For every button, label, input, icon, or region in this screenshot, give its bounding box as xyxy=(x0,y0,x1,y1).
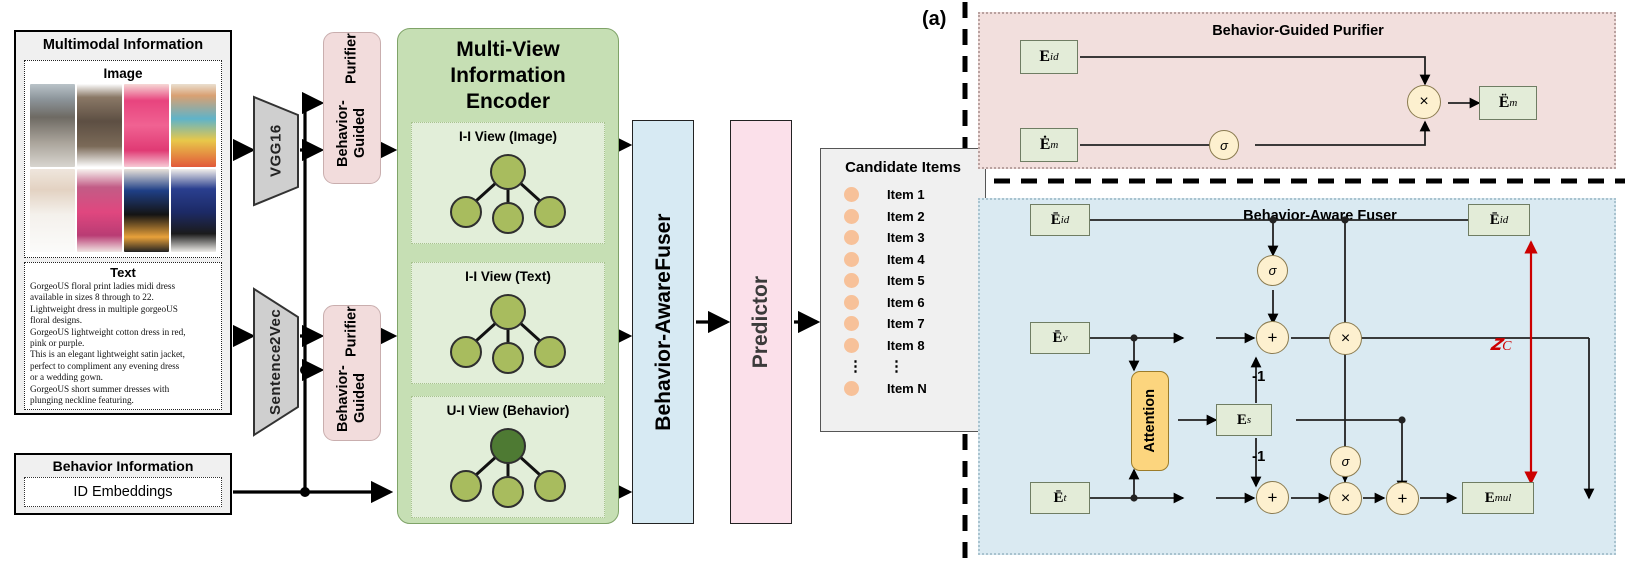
behavior-information-title: Behavior Information xyxy=(52,458,194,474)
text-subbox-title: Text xyxy=(110,265,136,280)
candidate-item-row[interactable]: Item N xyxy=(828,378,978,400)
text-line: pink or purple. xyxy=(30,338,85,349)
thumbnail xyxy=(30,84,75,167)
behavior-guided-purifier-text[interactable]: Behavior-Guided Purifier xyxy=(323,305,381,441)
candidate-item-dot-icon xyxy=(844,208,859,224)
thumbnail xyxy=(171,84,216,167)
text-line: Lightweight dress in multiple gorgeoUS xyxy=(30,303,178,314)
ellipsis-dot-icon: ⋮ xyxy=(848,357,863,375)
predictor-block[interactable]: Predictor xyxy=(730,120,792,524)
fuser-sigma-lower: σ xyxy=(1330,446,1361,477)
candidate-item-label: Item 7 xyxy=(887,316,925,332)
fuser-input-et: Ē t xyxy=(1030,482,1090,514)
candidate-item-row[interactable]: Item 3 xyxy=(828,227,978,249)
text-line: GorgeoUS lightweight cotton dress in red… xyxy=(30,326,186,337)
candidate-item-label: Item 2 xyxy=(887,208,925,224)
purifier-output-em: Ëm xyxy=(1479,86,1537,120)
id-embeddings-field: ID Embeddings xyxy=(24,477,222,507)
fuser-sigma-upper: σ xyxy=(1257,255,1288,286)
candidate-item-dot-icon xyxy=(844,273,859,289)
text-line: GorgeoUS short summer dresses with xyxy=(30,383,170,394)
candidate-item-row[interactable]: ⋮ ⋮ xyxy=(828,356,978,378)
candidate-items-title: Candidate Items xyxy=(845,158,961,176)
text-subbox-content: GorgeoUS floral print ladies midi dress a… xyxy=(28,281,220,409)
candidate-item-label: Item 6 xyxy=(887,294,925,310)
fuser-output-eid: Ē id xyxy=(1468,204,1530,236)
candidate-item-label: Item 1 xyxy=(887,187,925,203)
purifier-sigma-op: σ xyxy=(1209,130,1239,160)
candidate-item-dot-icon xyxy=(844,294,859,310)
text-line: GorgeoUS floral print ladies midi dress xyxy=(30,281,176,291)
fuser-add-final: + xyxy=(1386,482,1419,515)
image-thumbnail-grid xyxy=(30,84,216,252)
fuser-output-emul: Emul xyxy=(1462,482,1534,514)
view-title-image: I-I View (Image) xyxy=(458,128,558,144)
vgg16-encoder: VGG 16 xyxy=(252,95,300,207)
vgg16-label: VGG 16 xyxy=(267,124,285,178)
mvie-title: Multi-View Information Encoder xyxy=(450,38,566,113)
sentence2vec-label: Sentence 2Vec xyxy=(267,308,284,416)
candidate-item-dot-icon xyxy=(844,187,859,203)
candidate-item-label: Item 5 xyxy=(887,273,925,289)
thumbnail xyxy=(124,84,169,167)
candidate-item-row[interactable]: Item 2 xyxy=(828,206,978,228)
candidate-item-dot-icon xyxy=(844,380,859,396)
view-title-text: I-I View (Text) xyxy=(465,268,551,284)
text-line: plunging neckline featuring. xyxy=(30,395,134,406)
contrastive-loss-label: 𝒛C xyxy=(1490,330,1512,355)
sentence2vec-encoder: Sentence 2Vec xyxy=(252,287,300,437)
candidate-item-dot-icon xyxy=(844,316,859,332)
thumbnail xyxy=(77,169,122,252)
candidate-item-label: ⋮ xyxy=(889,357,904,375)
text-line: floral designs. xyxy=(30,315,83,326)
purifier-input-eid: Eid xyxy=(1020,40,1078,74)
panel-a-label: (a) xyxy=(922,8,947,30)
candidate-item-row[interactable]: Item 4 xyxy=(828,249,978,271)
text-line: available in sizes 8 through to 22. xyxy=(30,292,154,303)
candidate-item-row[interactable]: Item 7 xyxy=(828,313,978,335)
graph-text-view xyxy=(450,294,566,374)
neg-one-label-upper: -1 xyxy=(1252,368,1266,385)
fuser-input-ev: Ē v xyxy=(1030,322,1090,354)
text-line: perfect to compliment any evening dress xyxy=(30,360,180,371)
image-subbox-title: Image xyxy=(103,65,143,81)
thumbnail xyxy=(171,169,216,252)
candidate-item-dot-icon xyxy=(844,251,859,267)
fuser-multiply-upper: × xyxy=(1329,322,1362,355)
neg-one-label-lower: -1 xyxy=(1252,448,1266,465)
attention-block[interactable]: Attention xyxy=(1131,371,1169,471)
graph-image-view xyxy=(450,154,566,234)
multimodal-information-title: Multimodal Information xyxy=(42,37,204,53)
candidate-items-list: Item 1 Item 2 Item 3 Item 4 Item 5 Item 6 Item… xyxy=(828,184,978,424)
candidate-item-row[interactable]: Item 6 xyxy=(828,292,978,314)
behavior-aware-fuser-block[interactable]: Behavior-Aware Fuser xyxy=(632,120,694,524)
fuser-es-box: Es xyxy=(1216,404,1272,436)
view-title-behavior: U-I View (Behavior) xyxy=(446,402,570,418)
candidate-item-label: Item 8 xyxy=(887,337,925,353)
candidate-item-dot-icon xyxy=(844,230,859,246)
purifier-multiply-op: × xyxy=(1407,85,1441,119)
candidate-item-label: Item 3 xyxy=(887,230,925,246)
candidate-item-row[interactable]: Item 5 xyxy=(828,270,978,292)
fuser-input-eid: Ē id xyxy=(1030,204,1090,236)
candidate-item-row[interactable]: Item 8 xyxy=(828,335,978,357)
candidate-item-label: Item 4 xyxy=(887,251,925,267)
text-line: or a wedding gown. xyxy=(30,372,103,383)
behavior-guided-purifier-image[interactable]: Behavior-Guided Purifier xyxy=(323,32,381,184)
text-line: This is an elegant lightweight satin jac… xyxy=(30,349,185,360)
candidate-item-dot-icon xyxy=(844,337,859,353)
graph-behavior-view xyxy=(450,428,566,508)
fuser-multiply-lower: × xyxy=(1329,482,1362,515)
purifier-input-em: Ėm xyxy=(1020,128,1078,162)
thumbnail xyxy=(77,84,122,167)
fuser-add-lower: + xyxy=(1256,481,1289,514)
candidate-item-row[interactable]: Item 1 xyxy=(828,184,978,206)
thumbnail xyxy=(124,169,169,252)
candidate-item-label: Item N xyxy=(887,380,927,396)
thumbnail xyxy=(30,169,75,252)
fuser-add-upper: + xyxy=(1256,321,1289,354)
